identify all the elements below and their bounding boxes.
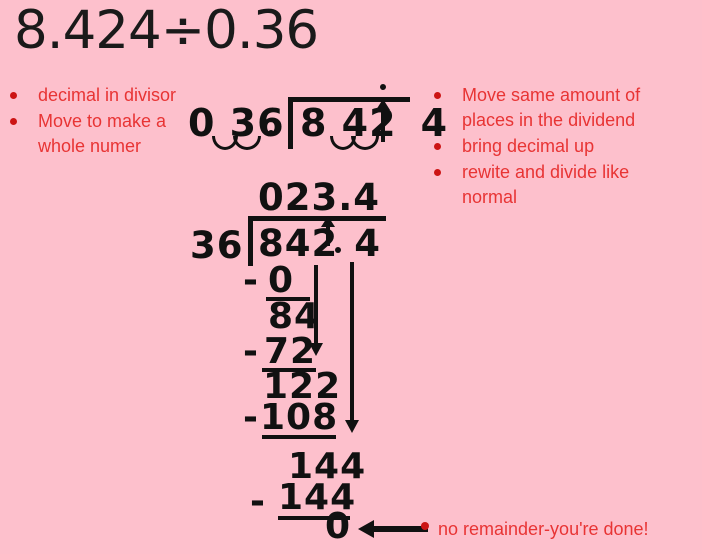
- divisor-decimal-point-icon: [268, 130, 274, 136]
- remainder-pointer-arrow-head-icon: [358, 520, 374, 538]
- setup-dividend-tail: 4: [420, 101, 449, 145]
- step-minus-sign: -: [243, 331, 259, 372]
- list-item-label: decimal in divisor: [38, 85, 177, 105]
- list-item-label: rewite and divide like normal: [462, 162, 630, 207]
- page-title: 8.424÷0.36: [14, 0, 319, 61]
- dividend-tail: 4: [354, 222, 381, 265]
- remainder-pointer-arrow-icon: [372, 526, 428, 532]
- bring-down-arrow-icon: [350, 262, 354, 422]
- step-value: 108: [260, 397, 339, 438]
- slide-canvas: 8.424÷0.36 decimal in divisor Move to ma…: [0, 0, 702, 554]
- dividend-decimal-point-icon: [335, 247, 341, 253]
- list-item: Move same amount of places in the divide…: [428, 83, 678, 133]
- list-item: decimal in divisor: [4, 83, 184, 108]
- decimal-hop-arc-icon: [351, 136, 379, 150]
- bring-down-arrow-head-icon: [309, 343, 323, 356]
- bring-down-arrow-icon: [314, 265, 318, 345]
- step-value: 0: [268, 260, 295, 301]
- division-bracket-vertical: [248, 216, 253, 266]
- right-bullet-list: Move same amount of places in the divide…: [428, 83, 678, 211]
- bullet-dot-icon: [421, 522, 429, 530]
- left-bullet-list: decimal in divisor Move to make a whole …: [4, 83, 184, 160]
- bullet-dot-icon: [10, 92, 17, 99]
- list-item: Move to make a whole numer: [4, 109, 184, 159]
- list-item: bring decimal up: [428, 134, 678, 159]
- divisor-value: 36: [190, 224, 244, 267]
- list-item-label: Move same amount of places in the divide…: [462, 85, 641, 130]
- bullet-dot-icon: [434, 92, 441, 99]
- step-minus-sign: -: [243, 260, 259, 301]
- decimal-hop-arc-icon: [233, 136, 261, 150]
- step-minus-sign: -: [250, 481, 266, 522]
- remainder-value: 0: [325, 506, 352, 547]
- bring-down-arrow-head-icon: [345, 420, 359, 433]
- dividend-value: 842 4: [258, 222, 381, 265]
- step-rule: [262, 435, 336, 439]
- setup-division-bracket-vertical: [288, 97, 293, 149]
- step-minus-sign: -: [243, 397, 259, 438]
- bullet-dot-icon: [434, 169, 441, 176]
- final-note-label: no remainder-you're done!: [438, 519, 649, 539]
- quotient-value: 023.4: [258, 176, 381, 219]
- list-item: rewite and divide like normal: [428, 160, 678, 210]
- bring-decimal-up-arrow-head-icon: [321, 216, 335, 227]
- decimal-up-arrow-head-icon: [376, 99, 390, 110]
- division-bracket-horizontal: [248, 216, 386, 221]
- list-item-label: Move to make a whole numer: [38, 111, 167, 156]
- list-item-label: bring decimal up: [462, 136, 595, 156]
- bullet-dot-icon: [10, 118, 17, 125]
- quotient-decimal-point-icon: [380, 84, 386, 90]
